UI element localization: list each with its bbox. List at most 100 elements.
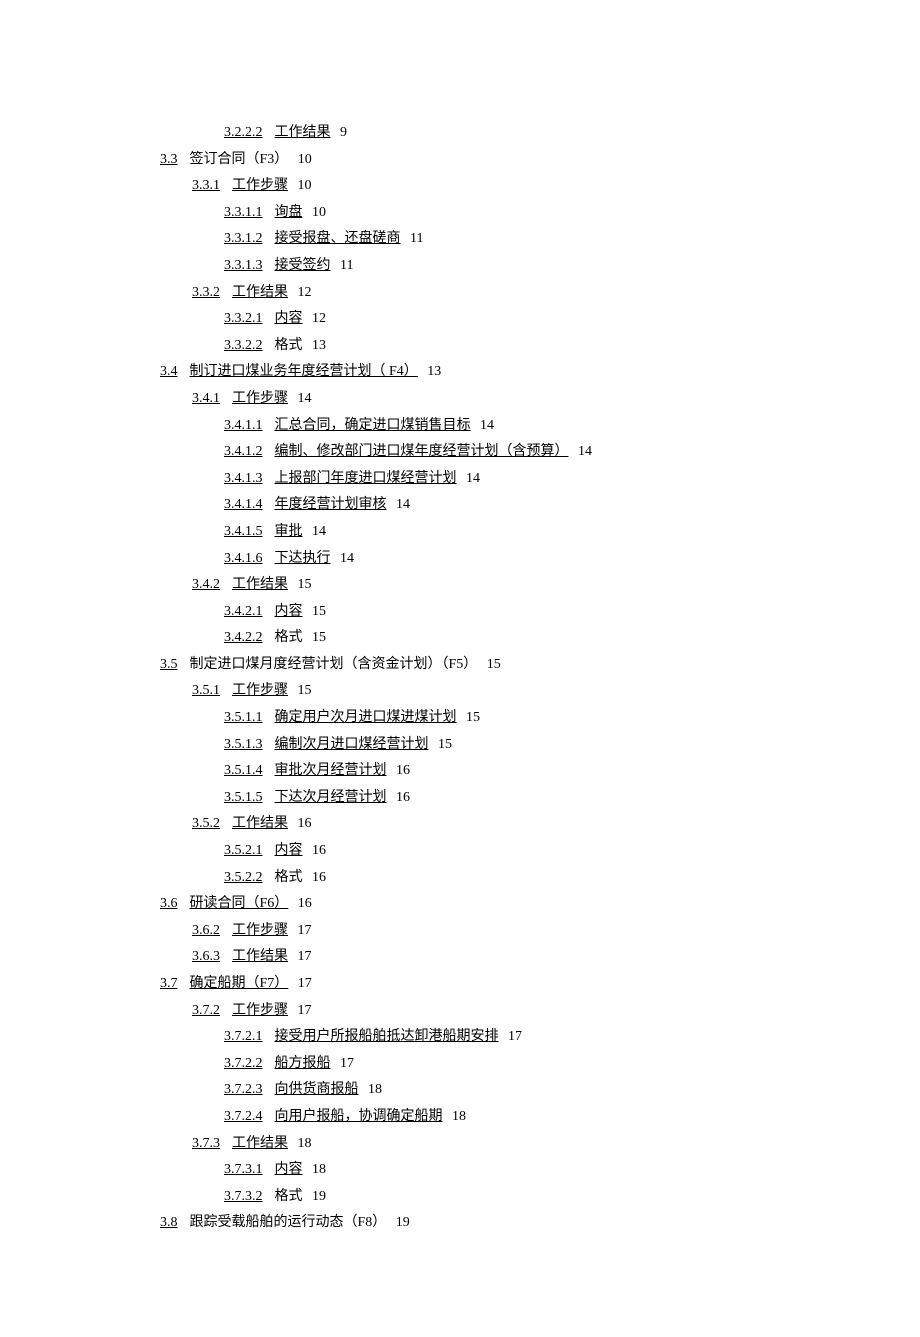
toc-entry: 3.4.1.5 审批 14: [224, 519, 760, 546]
toc-entry-title[interactable]: 内容: [275, 604, 303, 619]
toc-entry-title[interactable]: 上报部门年度进口煤经营计划: [275, 471, 457, 486]
toc-entry-title[interactable]: 下达次月经营计划: [275, 790, 387, 805]
toc-entry-title[interactable]: 工作步骤: [232, 178, 288, 193]
toc-entry-page: 19: [392, 1215, 410, 1230]
toc-entry: 3.7.2.2船方报船 17: [224, 1051, 760, 1078]
toc-entry-number[interactable]: 3.4.1.2: [224, 444, 263, 459]
toc-entry-title[interactable]: 工作步骤: [232, 683, 288, 698]
toc-entry-page: 15: [463, 710, 481, 725]
toc-entry-title[interactable]: 内容: [275, 1162, 303, 1177]
toc-entry-title[interactable]: 确定船期（F7）: [190, 976, 289, 991]
toc-entry-number[interactable]: 3.5.1.4: [224, 763, 263, 778]
toc-entry-page: 14: [309, 524, 327, 539]
toc-entry-title[interactable]: 审批: [275, 524, 303, 539]
toc-entry-page: 16: [309, 843, 327, 858]
toc-entry-title: 格式: [275, 338, 303, 353]
toc-entry-page: 15: [309, 604, 327, 619]
toc-entry-title[interactable]: 汇总合同，确定进口煤销售目标: [275, 418, 471, 433]
toc-entry: 3.6.3 工作结果 17: [192, 944, 760, 971]
toc-entry-title[interactable]: 工作结果: [232, 949, 288, 964]
toc-entry-title[interactable]: 审批次月经营计划: [275, 763, 387, 778]
toc-entry-page: 16: [294, 816, 312, 831]
toc-entry: 3.3.2.2格式 13: [224, 333, 760, 360]
toc-entry-number[interactable]: 3.4.1.6: [224, 551, 263, 566]
toc-entry-title[interactable]: 内容: [275, 311, 303, 326]
toc-entry-number[interactable]: 3.4.1.4: [224, 497, 263, 512]
toc-entry-title[interactable]: 内容: [275, 843, 303, 858]
toc-entry-number[interactable]: 3.7.3: [192, 1136, 220, 1151]
toc-entry-number[interactable]: 3.5.2: [192, 816, 220, 831]
toc-entry-number[interactable]: 3.6.2: [192, 923, 220, 938]
toc-entry-number[interactable]: 3.5.1.5: [224, 790, 263, 805]
toc-entry-number[interactable]: 3.4.1.1: [224, 418, 263, 433]
toc-entry-title[interactable]: 研读合同（F6）: [190, 896, 289, 911]
toc-entry: 3.5.1工作步骤 15: [192, 678, 760, 705]
toc-entry-title[interactable]: 工作步骤: [232, 923, 288, 938]
toc-entry-number[interactable]: 3.5.1.1: [224, 710, 263, 725]
toc-entry-number[interactable]: 3.7.2.2: [224, 1056, 263, 1071]
toc-entry-number[interactable]: 3.7.2: [192, 1003, 220, 1018]
table-of-contents: 3.2.2.2工作结果 93.3签订合同（F3） 103.3.1工作步骤 103…: [160, 120, 760, 1237]
toc-entry-title[interactable]: 工作步骤: [232, 391, 288, 406]
toc-entry-title[interactable]: 接受报盘、还盘磋商: [275, 231, 401, 246]
toc-entry-number[interactable]: 3.7: [160, 976, 178, 991]
toc-entry-number[interactable]: 3.7.2.4: [224, 1109, 263, 1124]
toc-entry-number[interactable]: 3.3.1.1: [224, 205, 263, 220]
toc-entry-title[interactable]: 向用户报船，协调确定船期: [275, 1109, 443, 1124]
toc-entry-page: 17: [294, 976, 312, 991]
toc-entry-title[interactable]: 编制次月进口煤经营计划: [275, 737, 429, 752]
toc-entry-page: 17: [505, 1029, 523, 1044]
toc-entry: 3.4.1.6下达执行 14: [224, 546, 760, 573]
toc-entry-page: 18: [365, 1082, 383, 1097]
toc-entry-title[interactable]: 接受用户所报船舶抵达卸港船期安排: [275, 1029, 499, 1044]
toc-entry-title[interactable]: 询盘: [275, 205, 303, 220]
toc-entry-number[interactable]: 3.4: [160, 364, 178, 379]
toc-entry-number[interactable]: 3.7.3.1: [224, 1162, 263, 1177]
toc-entry-number[interactable]: 3.4.1: [192, 391, 220, 406]
toc-entry-title[interactable]: 向供货商报船: [275, 1082, 359, 1097]
toc-entry-number[interactable]: 3.4.1.3: [224, 471, 263, 486]
toc-entry-number[interactable]: 3.3.1: [192, 178, 220, 193]
toc-entry-title[interactable]: 工作结果: [232, 285, 288, 300]
toc-entry-title[interactable]: 工作结果: [232, 1136, 288, 1151]
toc-entry-number[interactable]: 3.5.1.3: [224, 737, 263, 752]
toc-entry-number[interactable]: 3.4.1.5: [224, 524, 263, 539]
toc-entry-title: 格式: [275, 870, 303, 885]
toc-entry-page: 15: [294, 577, 312, 592]
toc-entry-title: 格式: [275, 630, 303, 645]
toc-entry-number[interactable]: 3.5.2.1: [224, 843, 263, 858]
toc-entry: 3.5.1.3编制次月进口煤经营计划 15: [224, 732, 760, 759]
toc-entry-title[interactable]: 工作结果: [275, 125, 331, 140]
toc-entry-number: 3.3.2.2: [224, 338, 263, 353]
toc-entry-title[interactable]: 制订进口煤业务年度经营计划（ F4）: [190, 364, 418, 379]
toc-entry-title[interactable]: 确定用户次月进口煤进煤计划: [275, 710, 457, 725]
toc-entry-number[interactable]: 3.5.1: [192, 683, 220, 698]
toc-entry-number[interactable]: 3.7.2.3: [224, 1082, 263, 1097]
toc-entry-number: 3.7.3.2: [224, 1189, 263, 1204]
toc-entry-page: 17: [294, 949, 312, 964]
toc-entry-title[interactable]: 编制、修改部门进口煤年度经营计划（含预算）: [275, 444, 569, 459]
toc-entry: 3.4.2.1 内容 15: [224, 599, 760, 626]
toc-entry-page: 11: [337, 258, 354, 273]
toc-entry-title[interactable]: 工作结果: [232, 577, 288, 592]
toc-entry-number[interactable]: 3.3.2: [192, 285, 220, 300]
toc-entry-page: 9: [337, 125, 348, 140]
toc-entry-number[interactable]: 3.3.1.3: [224, 258, 263, 273]
toc-entry-title[interactable]: 年度经营计划审核: [275, 497, 387, 512]
toc-entry-title[interactable]: 下达执行: [275, 551, 331, 566]
toc-entry-title[interactable]: 工作结果: [232, 816, 288, 831]
toc-entry-page: 10: [294, 178, 312, 193]
toc-entry-number[interactable]: 3.4.2.1: [224, 604, 263, 619]
toc-entry-number[interactable]: 3.7.2.1: [224, 1029, 263, 1044]
toc-entry-number[interactable]: 3.2.2.2: [224, 125, 263, 140]
toc-entry: 3.4.2.2格式 15: [224, 625, 760, 652]
toc-entry-number[interactable]: 3.6: [160, 896, 178, 911]
toc-entry: 3.7.2.4向用户报船，协调确定船期 18: [224, 1104, 760, 1131]
toc-entry-number[interactable]: 3.4.2: [192, 577, 220, 592]
toc-entry-number[interactable]: 3.3.1.2: [224, 231, 263, 246]
toc-entry-number[interactable]: 3.3.2.1: [224, 311, 263, 326]
toc-entry-title[interactable]: 工作步骤: [232, 1003, 288, 1018]
toc-entry-number[interactable]: 3.6.3: [192, 949, 220, 964]
toc-entry-title[interactable]: 接受签约: [275, 258, 331, 273]
toc-entry-title[interactable]: 船方报船: [275, 1056, 331, 1071]
